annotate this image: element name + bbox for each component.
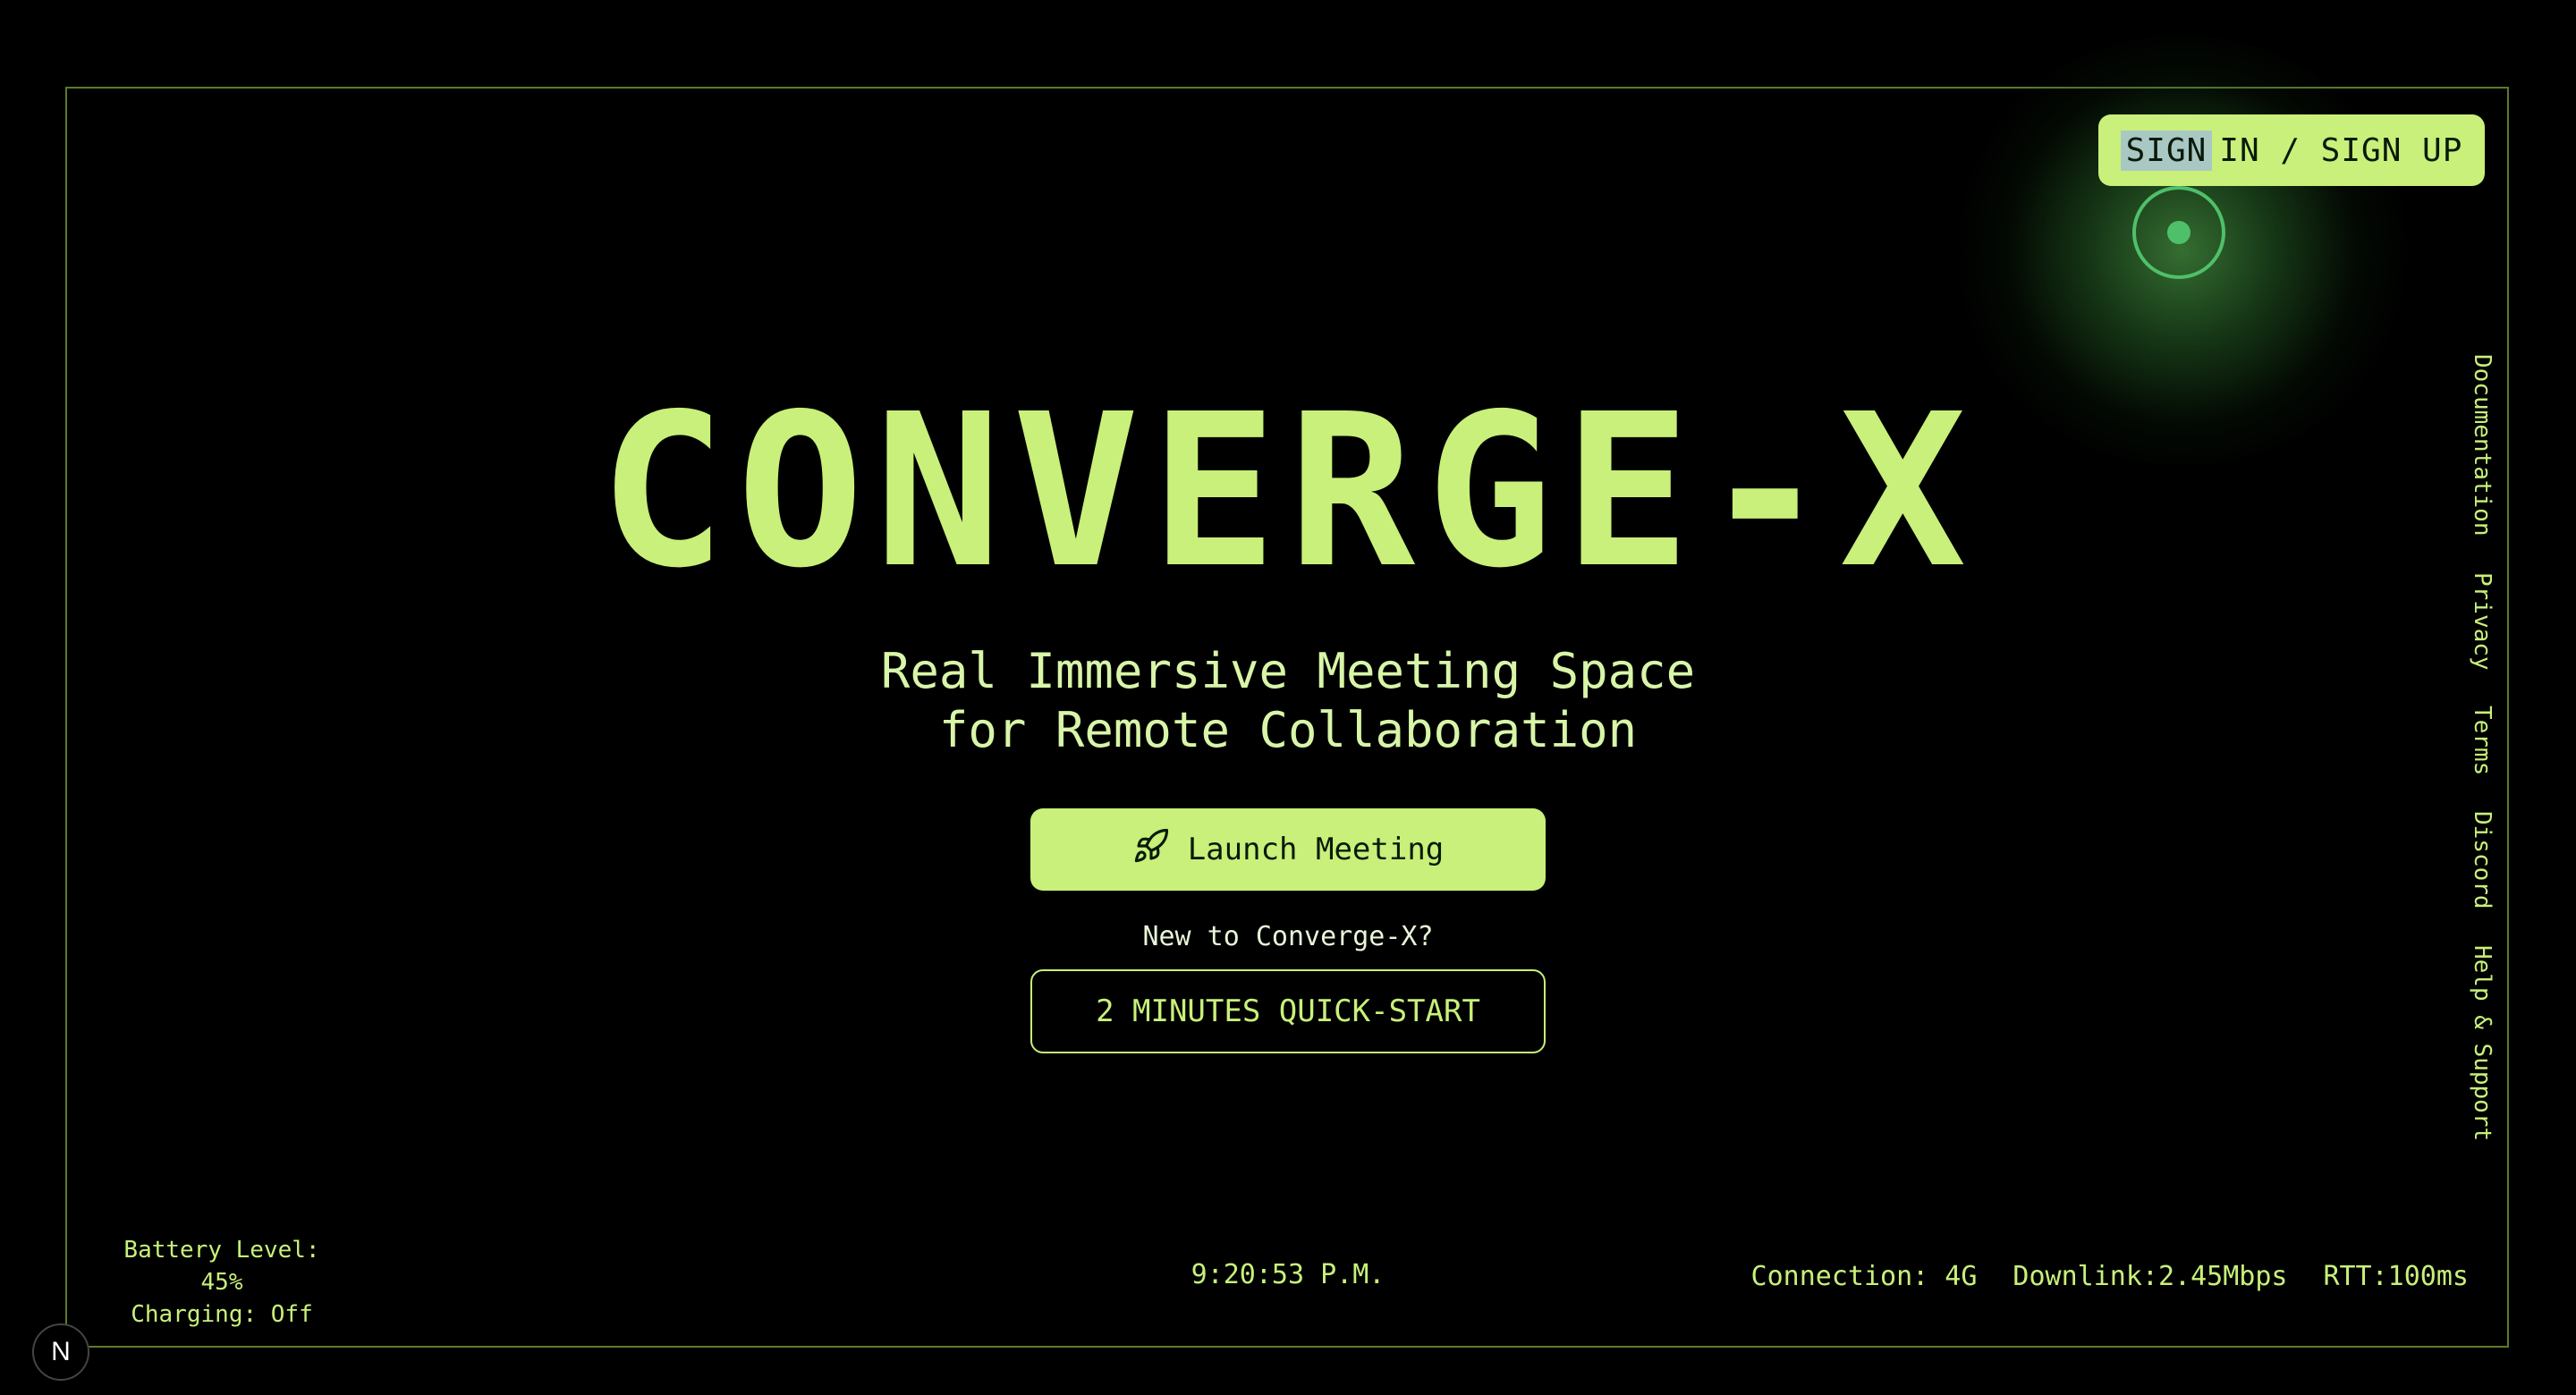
side-nav: Documentation Privacy Terms Discord Help… (2460, 354, 2496, 1177)
rocket-icon (1132, 827, 1170, 873)
battery-level: Battery Level: 45% (123, 1237, 320, 1296)
hero-title: CONVERGE-X (598, 368, 1978, 614)
sign-in-label: IN / SIGN UP (2219, 131, 2463, 169)
sign-in-button[interactable]: SIGN IN / SIGN UP (2098, 114, 2485, 186)
network-status: Connection: 4G Downlink:2.45Mbps RTT:100… (1751, 1261, 2469, 1292)
rtt-value: RTT:100ms (2323, 1261, 2469, 1292)
nav-terms[interactable]: Terms (2460, 706, 2496, 775)
battery-status: Battery Level: 45% Charging: Off (114, 1234, 329, 1331)
nav-discord[interactable]: Discord (2460, 811, 2496, 909)
launch-meeting-label: Launch Meeting (1187, 832, 1445, 867)
subtitle-line-1: Real Immersive Meeting Space (880, 643, 1696, 699)
charging-status: Charging: Off (131, 1301, 313, 1328)
nav-privacy[interactable]: Privacy (2460, 572, 2496, 671)
clock: 9:20:53 P.M. (1191, 1259, 1385, 1290)
cursor-ring (2132, 186, 2225, 279)
new-user-prompt: New to Converge-X? (1142, 921, 1434, 952)
quick-start-button[interactable]: 2 MINUTES QUICK-START (1030, 969, 1546, 1053)
n-badge[interactable]: N (32, 1323, 89, 1381)
nav-help-support[interactable]: Help & Support (2460, 945, 2496, 1141)
cursor-dot (2167, 221, 2190, 244)
nav-documentation[interactable]: Documentation (2460, 354, 2496, 537)
connection-type: Connection: 4G (1750, 1261, 1978, 1292)
downlink-speed: Downlink:2.45Mbps (2012, 1261, 2288, 1292)
hero-subtitle: Real Immersive Meeting Space for Remote … (0, 642, 2576, 760)
launch-meeting-button[interactable]: Launch Meeting (1030, 808, 1546, 891)
sign-in-highlight: SIGN (2120, 130, 2213, 171)
subtitle-line-2: for Remote Collaboration (938, 702, 1638, 758)
